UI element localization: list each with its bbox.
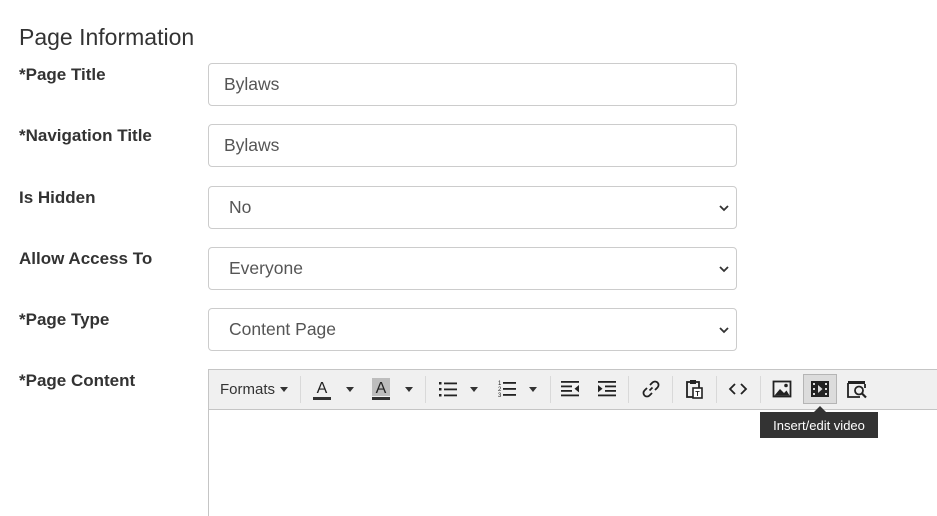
- bullet-list-dropdown[interactable]: [463, 374, 485, 404]
- video-icon: [811, 381, 829, 397]
- background-color-button[interactable]: A: [368, 374, 394, 404]
- page-content-label: *Page Content: [19, 371, 136, 390]
- numbered-list-dropdown[interactable]: [522, 374, 544, 404]
- chevron-down-icon: [719, 265, 729, 272]
- page-title-label: *Page Title: [19, 65, 106, 84]
- link-button[interactable]: [637, 374, 665, 404]
- rich-text-editor: Formats A A 1 2 3 T: [208, 369, 937, 516]
- section-title: Page Information: [19, 24, 195, 50]
- link-icon: [642, 380, 660, 398]
- text-color-bar: [313, 397, 331, 400]
- caret-down-icon: [529, 386, 537, 392]
- page-title-value: Bylaws: [224, 74, 280, 94]
- numbered-list-icon: 1 2 3: [498, 381, 516, 399]
- paste-icon: T: [686, 380, 703, 399]
- editor-toolbar: Formats A A 1 2 3 T: [209, 370, 937, 410]
- background-color-dropdown[interactable]: [398, 374, 420, 404]
- source-code-icon: [728, 383, 748, 395]
- navigation-title-label: *Navigation Title: [19, 126, 152, 145]
- text-color-dropdown[interactable]: [339, 374, 361, 404]
- outdent-button[interactable]: [557, 374, 583, 404]
- navigation-title-value: Bylaws: [224, 135, 280, 155]
- toolbar-separator: [628, 376, 629, 403]
- caret-down-icon: [405, 386, 413, 392]
- toolbar-separator: [760, 376, 761, 403]
- toolbar-separator: [672, 376, 673, 403]
- allow-access-label: Allow Access To: [19, 249, 153, 268]
- formats-dropdown[interactable]: Formats: [215, 374, 293, 404]
- text-color-glyph: A: [317, 380, 328, 397]
- background-color-bar: [372, 397, 390, 400]
- outdent-icon: [561, 381, 579, 397]
- caret-down-icon: [280, 386, 288, 392]
- numbered-list-button[interactable]: 1 2 3: [494, 374, 520, 404]
- toolbar-separator: [716, 376, 717, 403]
- toolbar-separator: [300, 376, 301, 403]
- source-code-button[interactable]: [724, 374, 752, 404]
- bullet-list-button[interactable]: [435, 374, 461, 404]
- caret-down-icon: [470, 386, 478, 392]
- video-button[interactable]: [803, 374, 837, 404]
- paste-button[interactable]: T: [680, 374, 708, 404]
- navigation-title-input[interactable]: Bylaws: [208, 124, 737, 167]
- page-title-input[interactable]: Bylaws: [208, 63, 737, 106]
- caret-down-icon: [346, 386, 354, 392]
- toolbar-separator: [425, 376, 426, 403]
- indent-button[interactable]: [594, 374, 620, 404]
- svg-text:T: T: [695, 391, 700, 398]
- page-type-value: Content Page: [229, 319, 337, 339]
- chevron-down-icon: [719, 326, 729, 333]
- is-hidden-value: No: [229, 197, 252, 217]
- page-information-form: Page Information *Page Title Bylaws *Nav…: [0, 0, 937, 516]
- preview-icon: [847, 381, 867, 399]
- indent-icon: [598, 381, 616, 397]
- page-type-label: *Page Type: [19, 310, 110, 329]
- page-type-select[interactable]: Content Page: [208, 308, 737, 351]
- chevron-down-icon: [719, 204, 729, 211]
- image-icon: [772, 380, 792, 398]
- bullet-list-icon: [439, 382, 457, 397]
- preview-button[interactable]: [843, 374, 873, 404]
- text-color-icon: A: [313, 380, 331, 400]
- allow-access-select[interactable]: Everyone: [208, 247, 737, 290]
- toolbar-separator: [550, 376, 551, 403]
- text-color-button[interactable]: A: [309, 374, 335, 404]
- allow-access-value: Everyone: [229, 258, 303, 278]
- background-color-glyph: A: [376, 380, 387, 397]
- svg-text:3: 3: [498, 393, 502, 399]
- is-hidden-select[interactable]: No: [208, 186, 737, 229]
- image-button[interactable]: [768, 374, 796, 404]
- video-tooltip: Insert/edit video: [760, 412, 878, 438]
- formats-label: Formats: [219, 380, 275, 398]
- is-hidden-label: Is Hidden: [19, 188, 96, 207]
- background-color-icon: A: [372, 378, 390, 400]
